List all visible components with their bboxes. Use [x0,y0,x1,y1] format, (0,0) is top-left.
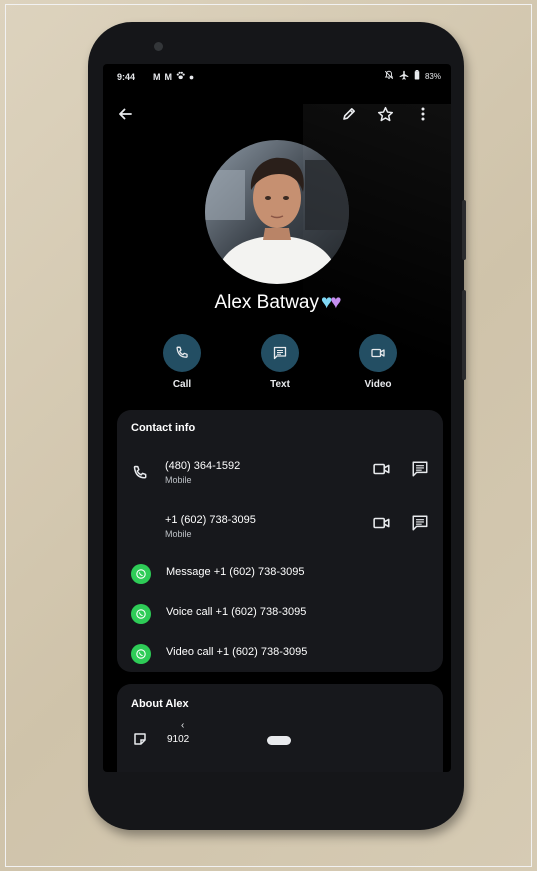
battery-percent: 83% [424,71,441,81]
navigation-handle[interactable] [267,736,291,745]
phone-number: +1 (602) 738-3095 [165,514,256,526]
favorite-button[interactable] [371,100,399,128]
phone-row-1[interactable]: (480) 364-1592 Mobile [117,456,443,496]
edit-pencil-icon [343,108,355,120]
paw-icon [176,71,185,82]
text-action-circle[interactable] [261,334,299,372]
airplane-icon [399,70,409,82]
contact-avatar[interactable] [205,140,349,284]
phone-type: Mobile [165,529,192,539]
front-camera [154,42,163,51]
mute-icon [384,70,394,82]
whatsapp-voice-label: Voice call +1 (602) 738-3095 [166,606,307,618]
whatsapp-voice-row[interactable]: Voice call +1 (602) 738-3095 [117,600,443,630]
call-action-label: Call [172,379,192,390]
whatsapp-icon [131,604,151,624]
phone-type: Mobile [165,475,192,485]
status-time: 9:44 [117,72,136,82]
video-call-button[interactable] [373,462,391,481]
contact-name: Alex Batway ♥♥ [103,292,451,314]
message-button[interactable] [411,460,429,483]
phone-number: (480) 364-1592 [165,460,241,472]
message-button[interactable] [411,514,429,537]
whatsapp-video-row[interactable]: Video call +1 (602) 738-3095 [117,640,443,670]
note-icon [133,732,147,751]
message-icon [273,346,287,360]
message-icon [412,515,428,531]
back-button[interactable] [111,100,139,128]
top-app-bar [103,94,451,134]
whatsapp-message-row[interactable]: Message +1 (602) 738-3095 [117,560,443,590]
phone-screen: 9:44 M M 83% Alex Batway ♥♥ Call Text Vi… [103,64,451,772]
status-bar: 9:44 M M 83% [103,64,451,90]
battery-icon [414,70,420,82]
video-action[interactable]: Video [343,334,413,390]
video-icon [373,463,390,475]
avatar-photo [205,140,349,284]
phone-row-2[interactable]: +1 (602) 738-3095 Mobile [117,510,443,550]
purple-heart-icon: ♥ [330,292,341,313]
text-action-label: Text [270,379,290,390]
call-action[interactable]: Call [147,334,217,390]
video-action-circle[interactable] [359,334,397,372]
about-title: About Alex [131,698,189,710]
more-vert-icon [421,107,425,121]
power-button [462,200,466,260]
contact-name-text: Alex Batway [214,292,319,313]
edit-button[interactable] [335,100,363,128]
notification-icons: M M [153,71,194,82]
text-action[interactable]: Text [245,334,315,390]
about-value: 9102 [167,734,190,745]
dot-icon [189,72,194,82]
gmail-icon: M [164,71,173,82]
whatsapp-video-label: Video call +1 (602) 738-3095 [166,646,308,658]
whatsapp-message-label: Message +1 (602) 738-3095 [166,566,305,578]
blue-heart-icon: ♥ [320,292,332,313]
phone-icon [131,464,149,487]
name-emoji: ♥♥ [320,292,342,313]
video-icon [373,517,390,529]
contact-info-card: Contact info (480) 364-1592 Mobile +1 (6… [117,410,443,672]
phone-icon [176,346,188,358]
system-status-icons: 83% [384,70,441,82]
whatsapp-icon [131,644,151,664]
message-icon [412,461,428,477]
contact-info-title: Contact info [131,422,196,434]
back-arrow-icon [119,108,132,120]
more-options-button[interactable] [409,100,437,128]
gmail-icon: M [153,71,161,82]
video-icon [371,348,385,358]
whatsapp-icon [131,564,151,584]
chevron-left-icon: ‹ [181,720,185,731]
call-action-circle[interactable] [163,334,201,372]
video-action-label: Video [364,379,392,390]
about-card: About Alex ‹ 9102 [117,684,443,772]
video-call-button[interactable] [373,516,391,535]
star-icon [377,106,393,121]
volume-button [462,290,466,380]
